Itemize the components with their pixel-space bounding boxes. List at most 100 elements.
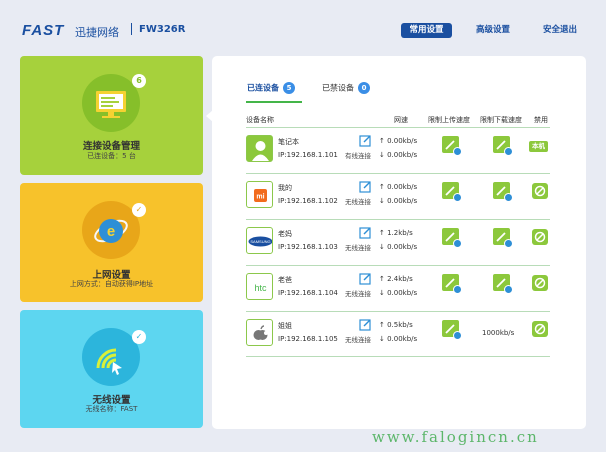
table-row: htc 老爸 IP:192.168.1.104 无线连接 ↑ 2.4kb/s ↓… xyxy=(246,265,550,311)
tab-banned-devices[interactable]: 已禁设备 0 xyxy=(322,82,370,94)
download-speed: ↓ 0.00kb/s xyxy=(379,197,418,205)
header-upload-limit: 限制上传速度 xyxy=(428,116,470,124)
upload-limit-button[interactable] xyxy=(442,320,462,340)
device-name: 老爸 xyxy=(278,276,292,284)
device-name: 笔记本 xyxy=(278,138,299,146)
edit-icon[interactable] xyxy=(359,134,372,147)
htc-logo-icon: htc xyxy=(246,273,273,300)
samsung-logo-icon: SAMSUNG xyxy=(246,227,273,254)
download-arrow-icon xyxy=(504,285,513,294)
upload-speed: ↑ 0.5kb/s xyxy=(379,321,413,329)
header-speed: 网速 xyxy=(394,116,408,124)
upload-arrow-icon xyxy=(453,331,462,340)
check-icon: ✓ xyxy=(132,203,146,217)
download-arrow-icon xyxy=(504,193,513,202)
upload-limit-button[interactable] xyxy=(442,228,462,248)
upload-arrow-icon xyxy=(453,285,462,294)
download-limit-button[interactable] xyxy=(493,136,513,156)
device-ip: IP:192.168.1.101 xyxy=(278,151,338,159)
svg-text:mi: mi xyxy=(256,194,264,201)
device-name: 我的 xyxy=(278,184,292,192)
download-arrow-icon xyxy=(504,239,513,248)
edit-icon[interactable] xyxy=(359,272,372,285)
download-limit-button[interactable] xyxy=(493,228,513,248)
upload-arrow-icon xyxy=(453,193,462,202)
device-ip: IP:192.168.1.104 xyxy=(278,289,338,297)
download-arrow-icon xyxy=(504,147,513,156)
tab-label: 已禁设备 xyxy=(322,83,354,93)
device-name: 姐姐 xyxy=(278,322,292,330)
site-watermark: www.falogincn.cn xyxy=(372,428,539,446)
device-count-badge: 6 xyxy=(132,74,146,88)
disable-device-button[interactable] xyxy=(532,183,548,199)
upload-arrow-icon xyxy=(453,239,462,248)
card-internet-settings[interactable]: e ✓ 上网设置 上网方式：自动获得IP地址 xyxy=(20,183,203,302)
banned-count-badge: 0 xyxy=(358,82,370,94)
device-ip: IP:192.168.1.103 xyxy=(278,243,338,251)
card-wireless-settings[interactable]: ✓ 无线设置 无线名称：FAST xyxy=(20,310,203,428)
download-speed: ↓ 0.00kb/s xyxy=(379,151,418,159)
apple-logo-icon xyxy=(246,319,273,346)
upload-speed: ↑ 0.00kb/s xyxy=(379,183,418,191)
device-ip: IP:192.168.1.102 xyxy=(278,197,338,205)
disable-device-button[interactable] xyxy=(532,275,548,291)
edit-icon[interactable] xyxy=(359,318,372,331)
connected-count-badge: 5 xyxy=(283,82,295,94)
upload-speed: ↑ 2.4kb/s xyxy=(379,275,413,283)
mi-logo-icon: mi xyxy=(246,181,273,208)
header-divider xyxy=(131,23,132,35)
upload-limit-button[interactable] xyxy=(442,182,462,202)
connection-type: 无线连接 xyxy=(345,244,371,252)
connection-type: 无线连接 xyxy=(345,198,371,206)
card-subtitle: 上网方式：自动获得IP地址 xyxy=(69,280,154,288)
header: FAST 迅捷网络 FW326R 常用设置 高级设置 安全退出 xyxy=(0,0,606,50)
table-row: 笔记本 IP:192.168.1.101 有线连接 ↑ 0.00kb/s ↓ 0… xyxy=(246,127,550,173)
connection-type: 无线连接 xyxy=(345,336,371,344)
header-device-name: 设备名称 xyxy=(246,116,274,124)
download-limit-button[interactable] xyxy=(493,274,513,294)
connection-type: 无线连接 xyxy=(345,290,371,298)
device-ip: IP:192.168.1.105 xyxy=(278,335,338,343)
svg-text:SAMSUNG: SAMSUNG xyxy=(250,239,270,244)
device-panel: 已连设备 5 已禁设备 0 设备名称 网速 限制上传速度 限制下载速度 禁用 笔记本… xyxy=(212,56,586,429)
table-row: mi 我的 IP:192.168.1.102 无线连接 ↑ 0.00kb/s ↓… xyxy=(246,173,550,219)
upload-arrow-icon xyxy=(453,147,462,156)
disable-device-button[interactable] xyxy=(532,229,548,245)
svg-text:htc: htc xyxy=(254,283,267,293)
edit-icon[interactable] xyxy=(359,180,372,193)
card-device-management[interactable]: 6 连接设备管理 已连设备：5 台 xyxy=(20,56,203,175)
nav-advanced-settings[interactable]: 高级设置 xyxy=(468,23,518,38)
download-limit-value[interactable]: 1000kb/s xyxy=(482,329,514,337)
nav-common-settings[interactable]: 常用设置 xyxy=(401,23,452,38)
svg-text:e: e xyxy=(107,223,115,240)
header-disable: 禁用 xyxy=(534,116,548,124)
fast-logo: FAST xyxy=(22,22,65,39)
edit-icon[interactable] xyxy=(359,226,372,239)
upload-limit-button[interactable] xyxy=(442,274,462,294)
upload-speed: ↑ 1.2kb/s xyxy=(379,229,413,237)
tab-connected-devices[interactable]: 已连设备 5 xyxy=(247,82,295,94)
upload-speed: ↑ 0.00kb/s xyxy=(379,137,418,145)
person-icon xyxy=(246,135,273,162)
tab-active-underline xyxy=(246,101,302,103)
connection-type: 有线连接 xyxy=(345,152,371,160)
header-download-limit: 限制下载速度 xyxy=(480,116,522,124)
nav-logout[interactable]: 安全退出 xyxy=(535,23,585,38)
model-name: FW326R xyxy=(139,24,186,35)
table-row: 姐姐 IP:192.168.1.105 无线连接 ↑ 0.5kb/s ↓ 0.0… xyxy=(246,311,550,357)
download-speed: ↓ 0.00kb/s xyxy=(379,289,418,297)
upload-limit-button[interactable] xyxy=(442,136,462,156)
tab-label: 已连设备 xyxy=(247,83,279,93)
card-subtitle: 已连设备：5 台 xyxy=(87,152,136,160)
check-icon: ✓ xyxy=(132,330,146,344)
card-subtitle: 无线名称：FAST xyxy=(85,405,138,413)
brand-name: 迅捷网络 xyxy=(75,26,119,39)
card-title: 连接设备管理 xyxy=(82,141,140,152)
download-limit-button[interactable] xyxy=(493,182,513,202)
table-row: SAMSUNG 老妈 IP:192.168.1.103 无线连接 ↑ 1.2kb… xyxy=(246,219,550,265)
device-name: 老妈 xyxy=(278,230,292,238)
this-device-badge: 本机 xyxy=(529,141,548,152)
download-speed: ↓ 0.00kb/s xyxy=(379,243,418,251)
download-speed: ↓ 0.00kb/s xyxy=(379,335,418,343)
disable-device-button[interactable] xyxy=(532,321,548,337)
